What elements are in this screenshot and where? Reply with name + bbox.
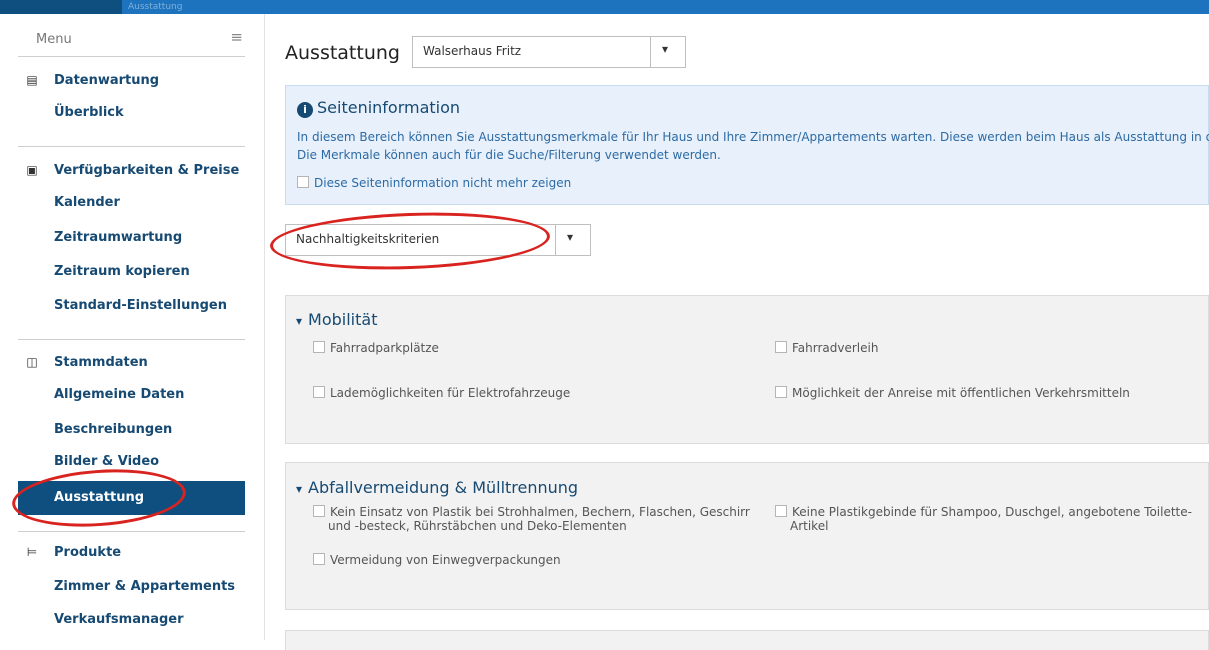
divider xyxy=(18,339,245,340)
sidebar-item-ausstattung[interactable]: Ausstattung xyxy=(18,481,245,515)
checkbox-icon[interactable] xyxy=(313,505,325,517)
chevron-down-icon: ▾ xyxy=(296,482,303,496)
chevron-down-icon[interactable] xyxy=(650,37,685,67)
section-datenwartung: ▤ Datenwartung xyxy=(24,73,159,88)
bed-icon: ⊨ xyxy=(26,545,38,559)
house-select-value: Walserhaus Fritz xyxy=(423,44,522,58)
option-label: Möglichkeit der Anreise mit öffentlichen… xyxy=(792,386,1130,400)
top-bar-active-tab[interactable] xyxy=(0,0,122,14)
panel-title[interactable]: ▾ Abfallvermeidung & Mülltrennung xyxy=(296,478,578,497)
info-title: i Seiteninformation xyxy=(297,98,460,118)
option-kein-plastik[interactable]: Kein Einsatz von Plastik bei Strohhalmen… xyxy=(313,505,773,533)
main-content: Ausstattung Walserhaus Fritz iSeiteninfo… xyxy=(265,14,1209,650)
dismiss-checkbox[interactable]: Diese Seiteninformation nicht mehr zeige… xyxy=(297,176,571,190)
columns-icon: ◫ xyxy=(26,355,38,369)
menu-header: Menu ≡ xyxy=(18,28,245,57)
section-stammdaten: ◫ Stammdaten xyxy=(24,355,148,370)
option-label: Lademöglichkeiten für Elektrofahrzeuge xyxy=(330,386,571,400)
option-label-cont: Artikel xyxy=(790,519,829,533)
info-line: In diesem Bereich können Sie Ausstattung… xyxy=(297,130,1209,144)
sidebar-item-beschreibungen[interactable]: Beschreibungen xyxy=(54,422,172,437)
sidebar-item-ueberblick[interactable]: Überblick xyxy=(54,105,124,120)
option-fahrradverleih[interactable]: Fahrradverleih xyxy=(775,341,878,355)
sidebar-item-verkaufsmanager[interactable]: Verkaufsmanager xyxy=(54,612,184,627)
sidebar-item-allgemeine-daten[interactable]: Allgemeine Daten xyxy=(54,387,184,402)
section-label: Datenwartung xyxy=(54,73,160,88)
info-line: Die Merkmale können auch für die Suche/F… xyxy=(297,148,721,162)
chevron-down-icon: ▾ xyxy=(296,314,303,328)
option-oeffentliche-anreise[interactable]: Möglichkeit der Anreise mit öffentlichen… xyxy=(775,386,1130,400)
sidebar-item-standard-einstellungen[interactable]: Standard-Einstellungen xyxy=(54,298,227,313)
category-select[interactable]: Nachhaltigkeitskriterien xyxy=(285,224,591,256)
divider xyxy=(18,531,245,532)
checkbox-icon[interactable] xyxy=(775,341,787,353)
category-select-value: Nachhaltigkeitskriterien xyxy=(296,232,440,246)
option-keine-plastikgebinde[interactable]: Keine Plastikgebinde für Shampoo, Duschg… xyxy=(775,505,1195,533)
house-select[interactable]: Walserhaus Fritz xyxy=(412,36,686,68)
section-produkte: ⊨ Produkte xyxy=(24,545,121,560)
top-bar: Ausstattung xyxy=(0,0,1209,14)
option-lademoeglichkeiten[interactable]: Lademöglichkeiten für Elektrofahrzeuge xyxy=(313,386,570,400)
panel-title-text: Mobilität xyxy=(308,310,378,329)
checkbox-icon[interactable] xyxy=(775,386,787,398)
checkbox-icon[interactable] xyxy=(297,176,309,188)
option-label: Fahrradverleih xyxy=(792,341,879,355)
option-label-cont: und -besteck, Rührstäbchen und Deko-Elem… xyxy=(328,519,627,533)
section-label: Verfügbarkeiten & Preise xyxy=(54,163,240,178)
hamburger-icon[interactable]: ≡ xyxy=(230,28,243,46)
section-verfuegbarkeiten: ▣ Verfügbarkeiten & Preise xyxy=(24,163,239,178)
dismiss-label: Diese Seiteninformation nicht mehr zeige… xyxy=(314,176,572,190)
money-icon: ▣ xyxy=(26,163,38,177)
panel-title[interactable]: ▾ Mobilität xyxy=(296,310,377,329)
menu-label: Menu xyxy=(36,32,72,47)
sidebar-item-bilder-video[interactable]: Bilder & Video xyxy=(54,454,159,465)
sidebar-item-zeitraum-kopieren[interactable]: Zeitraum kopieren xyxy=(54,264,190,279)
option-label: Keine Plastikgebinde für Shampoo, Duschg… xyxy=(792,505,1192,519)
checkbox-icon[interactable] xyxy=(313,341,325,353)
option-label: Kein Einsatz von Plastik bei Strohhalmen… xyxy=(330,505,750,519)
chevron-down-icon[interactable] xyxy=(555,225,590,255)
section-label: Stammdaten xyxy=(54,355,148,370)
option-label: Vermeidung von Einwegverpackungen xyxy=(330,553,561,567)
info-box: i Seiteninformation In diesem Bereich kön… xyxy=(285,85,1209,205)
document-icon: ▤ xyxy=(26,73,38,87)
checkbox-icon[interactable] xyxy=(313,553,325,565)
checkbox-icon[interactable] xyxy=(775,505,787,517)
panel-abfallvermeidung: ▾ Abfallvermeidung & Mülltrennung Kein Ei… xyxy=(285,462,1209,610)
sidebar-item-kalender[interactable]: Kalender xyxy=(54,195,120,210)
sidebar-item-zimmer[interactable]: Zimmer & Appartements xyxy=(54,579,235,594)
panel-title-text: Abfallvermeidung & Mülltrennung xyxy=(308,478,579,497)
sidebar-item-label: Ausstattung xyxy=(54,490,145,505)
sidebar: Menu ≡ ▤ Datenwartung Überblick ▣ Verfügba… xyxy=(0,14,265,640)
info-text: In diesem Bereich können Sie Ausstattung… xyxy=(297,128,1209,164)
top-bar-partial-text: Ausstattung xyxy=(128,2,183,12)
sidebar-item-zeitraumwartung[interactable]: Zeitraumwartung xyxy=(54,230,182,245)
option-fahrradparkplaetze[interactable]: Fahrradparkplätze xyxy=(313,341,439,355)
panel-mobilitaet: ▾ Mobilität Fahrradparkplätze Fahrradverl… xyxy=(285,295,1209,444)
option-label: Fahrradparkplätze xyxy=(330,341,439,355)
divider xyxy=(18,146,245,147)
checkbox-icon[interactable] xyxy=(313,386,325,398)
panel-next-partial xyxy=(285,630,1209,650)
info-title-text: Seiteninformation xyxy=(317,98,461,117)
section-label: Produkte xyxy=(54,545,122,560)
page-title: Ausstattung xyxy=(285,42,400,64)
info-icon: i xyxy=(297,102,313,118)
option-einwegverpackungen[interactable]: Vermeidung von Einwegverpackungen xyxy=(313,553,561,567)
